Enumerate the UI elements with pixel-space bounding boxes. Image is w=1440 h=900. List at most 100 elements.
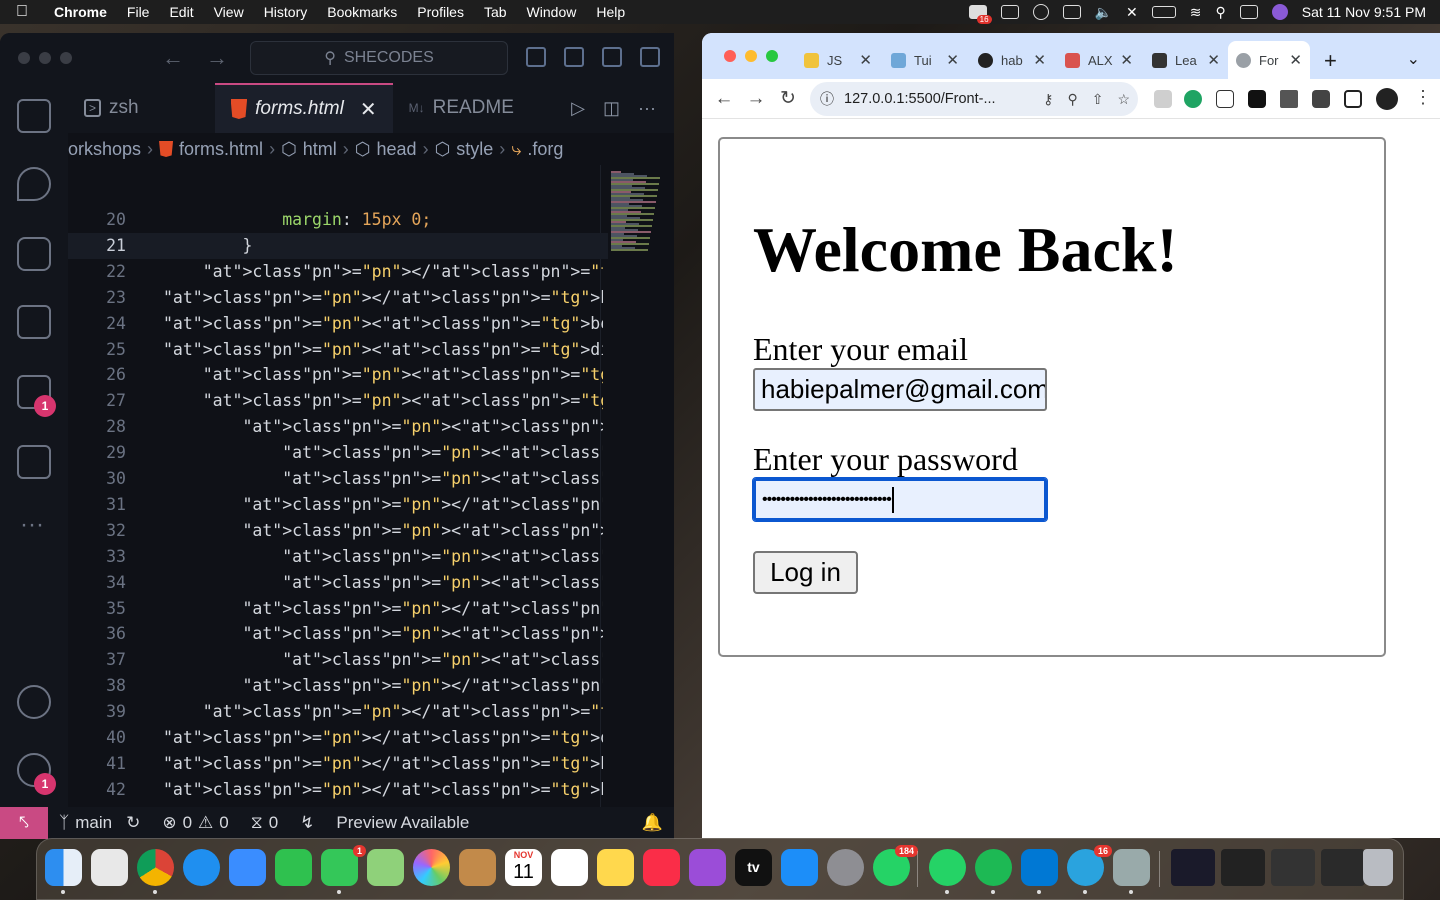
browser-tab-forms-active[interactable]: For ✕ bbox=[1228, 41, 1310, 79]
vscode-icon[interactable] bbox=[1021, 849, 1058, 894]
screenshot-icon[interactable] bbox=[1000, 5, 1019, 19]
maps-icon[interactable] bbox=[367, 849, 404, 886]
breadcrumb-selector[interactable]: .forg bbox=[527, 139, 563, 160]
browser-tab-tui[interactable]: Tui ✕ bbox=[883, 41, 967, 79]
login-button[interactable]: Log in bbox=[753, 551, 858, 594]
code-line[interactable]: 39 "at">class"pn">="pn"></"at">class"pn"… bbox=[68, 699, 608, 725]
email-input[interactable]: habiepalmer@gmail.com bbox=[753, 368, 1047, 411]
address-bar[interactable]: ⓘ 127.0.0.1:5500/Front-... ⚷ ⚲ ⇧ ☆ bbox=[810, 82, 1138, 116]
extension-x-icon[interactable] bbox=[1248, 90, 1266, 108]
forward-button[interactable]: → bbox=[740, 88, 772, 110]
status-app-icon[interactable]: 16 bbox=[968, 5, 992, 24]
remote-explorer-icon[interactable] bbox=[17, 445, 51, 479]
code-line[interactable]: 20 margin: 15px 0; bbox=[68, 207, 608, 233]
search-icon[interactable]: ⚲ bbox=[1215, 4, 1225, 21]
spotify-icon[interactable] bbox=[975, 849, 1012, 894]
menu-app-name[interactable]: Chrome bbox=[44, 4, 117, 20]
customize-layout-icon[interactable] bbox=[640, 47, 660, 67]
code-line[interactable]: 21 } bbox=[68, 232, 608, 259]
wifi-icon[interactable]: ≋ bbox=[1190, 4, 1202, 21]
code-line[interactable]: 33 "at">class"pn">="pn"><"at">class"pn">… bbox=[68, 544, 608, 570]
code-line[interactable]: 32 "at">class"pn">="pn"><"at">class"pn">… bbox=[68, 518, 608, 544]
mail-icon[interactable] bbox=[229, 849, 266, 886]
menu-window[interactable]: Window bbox=[517, 4, 587, 20]
chrome-menu-icon[interactable]: ⋮ bbox=[1414, 87, 1432, 108]
menu-file[interactable]: File bbox=[117, 4, 160, 20]
code-line[interactable]: 31 "at">class"pn">="pn"></"at">class"pn"… bbox=[68, 492, 608, 518]
notes-icon[interactable] bbox=[597, 849, 634, 886]
close-tab-icon[interactable]: ✕ bbox=[360, 97, 377, 122]
profile-avatar[interactable] bbox=[1376, 88, 1398, 110]
share-icon[interactable]: ⇧ bbox=[1092, 91, 1104, 108]
breadcrumb-style[interactable]: style bbox=[456, 139, 493, 160]
apple-menu-icon[interactable]:  bbox=[0, 3, 44, 21]
problems-status[interactable]: ⊗ 0 ⚠ 0 bbox=[151, 813, 239, 833]
minimized-window-thumbnail[interactable] bbox=[1321, 849, 1365, 886]
finder-icon[interactable] bbox=[45, 849, 82, 894]
bluetooth-icon[interactable]: ✕ bbox=[1126, 4, 1138, 21]
explorer-icon[interactable] bbox=[17, 99, 51, 133]
system-settings-icon[interactable] bbox=[827, 849, 864, 886]
notifications-status[interactable]: 🔔 bbox=[631, 813, 674, 833]
key-icon[interactable]: ⚷ bbox=[1043, 91, 1053, 108]
zoom-window-button[interactable] bbox=[60, 52, 72, 64]
minimap[interactable] bbox=[600, 165, 674, 807]
code-line[interactable]: 36 "at">class"pn">="pn"><"at">class"pn">… bbox=[68, 621, 608, 647]
forward-arrow-icon[interactable]: → bbox=[206, 45, 228, 71]
accounts-icon[interactable] bbox=[17, 685, 51, 719]
minimize-window-button[interactable] bbox=[39, 52, 51, 64]
menubar-clock[interactable]: Sat 11 Nov 9:51 PM bbox=[1302, 4, 1426, 20]
code-line[interactable]: 38 "at">class"pn">="pn"></"at">class"pn"… bbox=[68, 673, 608, 699]
code-line[interactable]: 40 "at">class"pn">="pn"></"at">class"pn">… bbox=[68, 725, 608, 751]
browser-tab-github[interactable]: hab ✕ bbox=[970, 41, 1054, 79]
facetime-icon[interactable] bbox=[275, 849, 312, 886]
close-tab-icon[interactable]: ✕ bbox=[946, 51, 959, 69]
app-store-icon[interactable] bbox=[781, 849, 818, 886]
calendar-icon[interactable]: NOV 11 bbox=[505, 849, 542, 886]
caption-icon[interactable] bbox=[1062, 5, 1081, 19]
telegram-icon[interactable]: 16 bbox=[1067, 845, 1112, 894]
code-editor[interactable]: 20 margin: 15px 0; 21 } 22 "at">class"pn">… bbox=[68, 165, 674, 807]
podcasts-icon[interactable] bbox=[689, 849, 726, 886]
side-panel-icon[interactable] bbox=[1344, 90, 1362, 108]
whatsapp-icon[interactable]: 184 bbox=[873, 845, 918, 886]
browser-tab-learn[interactable]: Lea ✕ bbox=[1144, 41, 1228, 79]
play-icon[interactable] bbox=[1032, 4, 1049, 20]
ports-status[interactable]: ⧖ 0 bbox=[240, 813, 289, 833]
code-line[interactable]: 24 "at">class"pn">="pn"><"at">class"pn">=… bbox=[68, 311, 608, 337]
code-line[interactable]: 23 "at">class"pn">="pn"></"at">class"pn">… bbox=[68, 285, 608, 311]
code-line[interactable]: 22 "at">class"pn">="pn"></"at">class"pn"… bbox=[68, 259, 608, 285]
code-line[interactable]: 35 "at">class"pn">="pn"></"at">class"pn"… bbox=[68, 596, 608, 622]
menu-bookmarks[interactable]: Bookmarks bbox=[317, 4, 407, 20]
search-icon[interactable] bbox=[17, 167, 51, 201]
zoom-icon[interactable]: ⚲ bbox=[1067, 91, 1077, 108]
minimized-window-thumbnail[interactable] bbox=[1171, 849, 1215, 886]
minimized-window-thumbnail[interactable] bbox=[1271, 849, 1315, 886]
minimize-window-button[interactable] bbox=[745, 50, 757, 62]
contacts-icon[interactable] bbox=[459, 849, 496, 886]
code-line[interactable]: 42 "at">class"pn">="pn"></"at">class"pn">… bbox=[68, 777, 608, 803]
branch-status[interactable]: ᛉ main ↻ bbox=[48, 813, 151, 833]
code-line[interactable]: 27 "at">class"pn">="pn"><"at">class"pn">… bbox=[68, 388, 608, 414]
tab-search-chevron-down-icon[interactable]: ⌄ bbox=[1407, 49, 1420, 69]
tab-forms-html[interactable]: forms.html ✕ bbox=[214, 83, 393, 133]
reload-button[interactable]: ↻ bbox=[772, 87, 804, 110]
apple-tv-icon[interactable]: tv bbox=[735, 849, 772, 886]
code-line[interactable]: 28 "at">class"pn">="pn"><"at">class"pn">… bbox=[68, 414, 608, 440]
toggle-secondary-sidebar-icon[interactable] bbox=[602, 47, 622, 67]
split-editor-icon[interactable]: ◫ bbox=[603, 98, 620, 119]
code-line[interactable]: 26 "at">class"pn">="pn"><"at">class"pn">… bbox=[68, 362, 608, 388]
site-info-icon[interactable]: ⓘ bbox=[810, 89, 844, 109]
menu-view[interactable]: View bbox=[204, 4, 254, 20]
whatsapp-desktop-icon[interactable] bbox=[929, 849, 966, 894]
siri-icon[interactable] bbox=[1271, 4, 1288, 20]
preview-status[interactable]: Preview Available bbox=[325, 813, 480, 833]
more-icon[interactable]: ··· bbox=[20, 511, 44, 539]
close-tab-icon[interactable]: ✕ bbox=[1289, 51, 1302, 69]
back-arrow-icon[interactable]: ← bbox=[162, 45, 184, 71]
menu-edit[interactable]: Edit bbox=[159, 4, 203, 20]
minimized-window-thumbnail[interactable] bbox=[1221, 849, 1265, 886]
code-line[interactable]: 37 "at">class"pn">="pn"><"at">class"pn">… bbox=[68, 647, 608, 673]
password-input[interactable]: •••••••••••••••••••••••••••• bbox=[752, 477, 1048, 522]
close-tab-icon[interactable]: ✕ bbox=[859, 51, 872, 69]
